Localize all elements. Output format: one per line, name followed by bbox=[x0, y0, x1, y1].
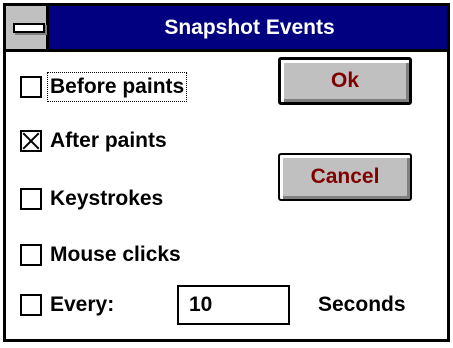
every-checkbox[interactable] bbox=[20, 294, 42, 316]
cancel-button[interactable]: Cancel bbox=[278, 153, 412, 201]
ok-button[interactable]: Ok bbox=[278, 57, 412, 105]
mouse-clicks-label: Mouse clicks bbox=[50, 243, 181, 266]
snapshot-events-dialog: Snapshot Events Before paints After pain… bbox=[3, 3, 450, 342]
seconds-label: Seconds bbox=[318, 293, 406, 316]
interval-input[interactable]: 10 bbox=[177, 285, 290, 325]
keystrokes-label: Keystrokes bbox=[50, 187, 164, 210]
keystrokes-checkbox[interactable] bbox=[20, 188, 42, 210]
after-paints-checkbox[interactable] bbox=[20, 130, 42, 152]
title-bar: Snapshot Events bbox=[6, 6, 447, 52]
option-every[interactable]: Every: bbox=[20, 287, 114, 323]
system-menu-icon[interactable] bbox=[6, 6, 49, 49]
after-paints-label: After paints bbox=[50, 129, 167, 152]
before-paints-checkbox[interactable] bbox=[20, 76, 42, 98]
before-paints-label: Before paints bbox=[46, 72, 188, 102]
option-after-paints[interactable]: After paints bbox=[20, 123, 167, 159]
option-before-paints[interactable]: Before paints bbox=[20, 69, 188, 105]
system-menu-bar bbox=[13, 23, 45, 33]
window-title: Snapshot Events bbox=[164, 16, 335, 39]
mouse-clicks-checkbox[interactable] bbox=[20, 244, 42, 266]
every-label: Every: bbox=[50, 293, 115, 316]
option-mouse-clicks[interactable]: Mouse clicks bbox=[20, 237, 181, 273]
option-keystrokes[interactable]: Keystrokes bbox=[20, 181, 163, 217]
